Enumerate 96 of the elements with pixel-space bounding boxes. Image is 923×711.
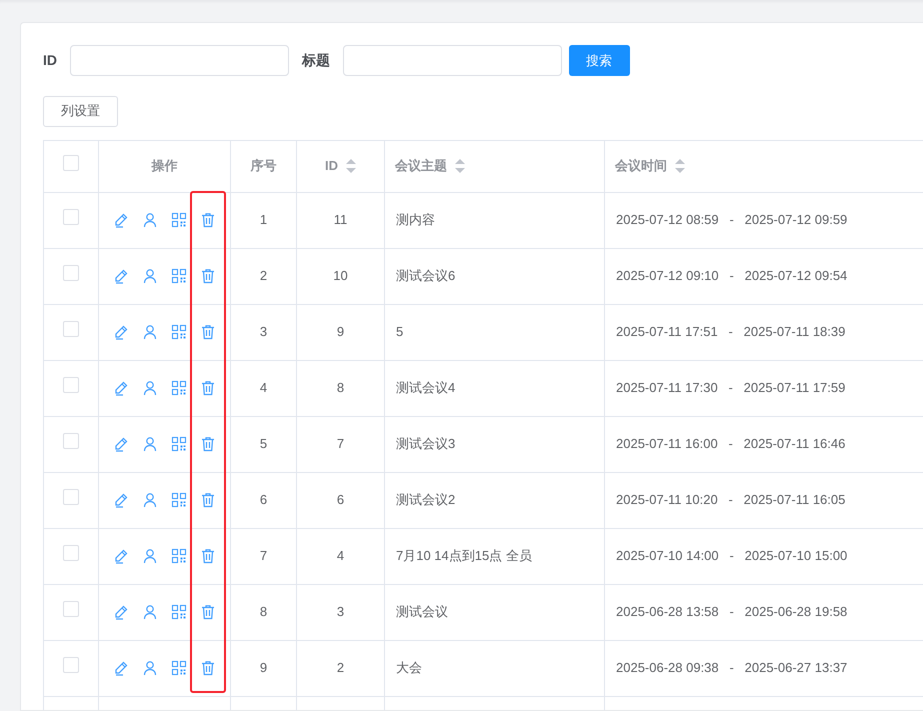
grid-icon[interactable] — [171, 324, 187, 340]
person-icon[interactable] — [142, 212, 158, 228]
person-icon[interactable] — [142, 492, 158, 508]
table-cell-text: 2 — [260, 267, 268, 286]
table-cell-text: 11 — [334, 211, 348, 230]
grid-icon[interactable] — [171, 548, 187, 564]
trash-icon[interactable] — [200, 548, 216, 564]
checkbox[interactable] — [63, 377, 79, 394]
table-cell-text: 2025-06-28 13:58 - 2025-06-28 19:58 — [616, 603, 848, 622]
person-icon[interactable] — [142, 548, 158, 564]
checkbox[interactable] — [63, 489, 79, 506]
table-cell-text: 7 — [260, 547, 268, 566]
table-cell-text: 2 — [336, 659, 344, 678]
table-cell-text: 测试会议2 — [396, 491, 456, 510]
table-cell-text: 2025-07-11 16:00 - 2025-07-11 16:46 — [616, 435, 846, 454]
trash-icon[interactable] — [200, 380, 216, 396]
pencil-icon[interactable] — [113, 604, 129, 620]
checkbox[interactable] — [63, 209, 79, 226]
field-label: ID — [43, 51, 57, 70]
table-cell-text: 2025-07-12 08:59 - 2025-07-12 09:59 — [616, 211, 848, 230]
table-cell-text: 测内容 — [396, 211, 435, 230]
person-icon[interactable] — [142, 604, 158, 620]
trash-icon[interactable] — [200, 212, 216, 228]
person-icon[interactable] — [142, 380, 158, 396]
sort-icon[interactable] — [346, 159, 356, 173]
grid-icon[interactable] — [171, 660, 187, 676]
trash-icon[interactable] — [200, 324, 216, 340]
person-icon[interactable] — [142, 660, 158, 676]
table-cell-text: 2025-07-11 10:20 - 2025-07-11 16:05 — [616, 491, 846, 510]
table-cell-text: 5 — [260, 435, 268, 454]
table-cell-text: 10 — [333, 267, 348, 286]
person-icon[interactable] — [142, 268, 158, 284]
table-cell-text: 7月10 14点到15点 全员 — [396, 547, 532, 566]
search-button[interactable]: 搜索 — [568, 45, 630, 76]
grid-icon[interactable] — [171, 212, 187, 228]
table-cell-text: 测试会议4 — [396, 379, 456, 398]
table-cell-text: 4 — [260, 379, 268, 398]
table-cell-text: 9 — [260, 659, 268, 678]
pencil-icon[interactable] — [113, 492, 129, 508]
sort-icon[interactable] — [674, 159, 685, 173]
column-header: 序号 — [250, 157, 276, 176]
person-icon[interactable] — [142, 436, 158, 452]
input-field[interactable] — [343, 45, 562, 76]
table-cell-text: 6 — [260, 491, 268, 510]
column-header: ID — [325, 157, 338, 176]
pencil-icon[interactable] — [113, 380, 129, 396]
table-cell-text: 4 — [336, 547, 344, 566]
checkbox[interactable] — [63, 601, 79, 618]
field-label: 标题 — [302, 51, 330, 70]
pencil-icon[interactable] — [113, 548, 129, 564]
table-cell-text: 8 — [336, 379, 344, 398]
grid-icon[interactable] — [171, 268, 187, 284]
table-cell-text: 2025-07-11 17:30 - 2025-07-11 17:59 — [616, 379, 846, 398]
pencil-icon[interactable] — [113, 660, 129, 676]
column-header: 操作 — [152, 157, 178, 176]
pencil-icon[interactable] — [113, 324, 129, 340]
person-icon[interactable] — [142, 324, 158, 340]
table-cell-text: 2025-06-28 09:38 - 2025-06-27 13:37 — [616, 659, 848, 678]
table-cell-text: 7 — [336, 435, 344, 454]
table-cell-text: 3 — [260, 323, 268, 342]
trash-icon[interactable] — [200, 436, 216, 452]
table-cell-text: 2025-07-11 17:51 - 2025-07-11 18:39 — [616, 323, 846, 342]
table-cell-text: 1 — [260, 211, 268, 230]
table-cell-text: 大会 — [396, 659, 422, 678]
grid-icon[interactable] — [171, 604, 187, 620]
table-cell-text: 测试会议3 — [396, 435, 456, 454]
grid-icon[interactable] — [171, 380, 187, 396]
trash-icon[interactable] — [200, 492, 216, 508]
pencil-icon[interactable] — [113, 436, 129, 452]
column-header: 会议主题 — [394, 157, 447, 176]
column-header: 会议时间 — [614, 157, 667, 176]
checkbox[interactable] — [63, 155, 79, 172]
checkbox[interactable] — [63, 265, 79, 282]
column-settings-button[interactable]: 列设置 — [43, 96, 118, 126]
sort-icon[interactable] — [454, 159, 465, 173]
table-cell-text: 2025-07-12 09:10 - 2025-07-12 09:54 — [616, 267, 848, 286]
pencil-icon[interactable] — [113, 212, 129, 228]
table-cell-text: 8 — [260, 603, 268, 622]
grid-icon[interactable] — [171, 492, 187, 508]
checkbox[interactable] — [63, 321, 79, 338]
trash-icon[interactable] — [200, 268, 216, 284]
table-cell-text: 6 — [336, 491, 344, 510]
table-cell-text: 测试会议 — [396, 603, 448, 622]
checkbox[interactable] — [63, 657, 79, 674]
trash-icon[interactable] — [200, 660, 216, 676]
input-field[interactable] — [70, 45, 289, 76]
pencil-icon[interactable] — [113, 268, 129, 284]
checkbox[interactable] — [63, 545, 79, 562]
table-cell-text: 2025-07-10 14:00 - 2025-07-10 15:00 — [616, 547, 848, 566]
table-cell-text: 5 — [396, 323, 404, 342]
table-cell-text: 3 — [336, 603, 344, 622]
table-cell-text: 测试会议6 — [396, 267, 456, 286]
grid-icon[interactable] — [171, 436, 187, 452]
trash-icon[interactable] — [200, 604, 216, 620]
table-cell-text: 9 — [336, 323, 344, 342]
checkbox[interactable] — [63, 433, 79, 450]
